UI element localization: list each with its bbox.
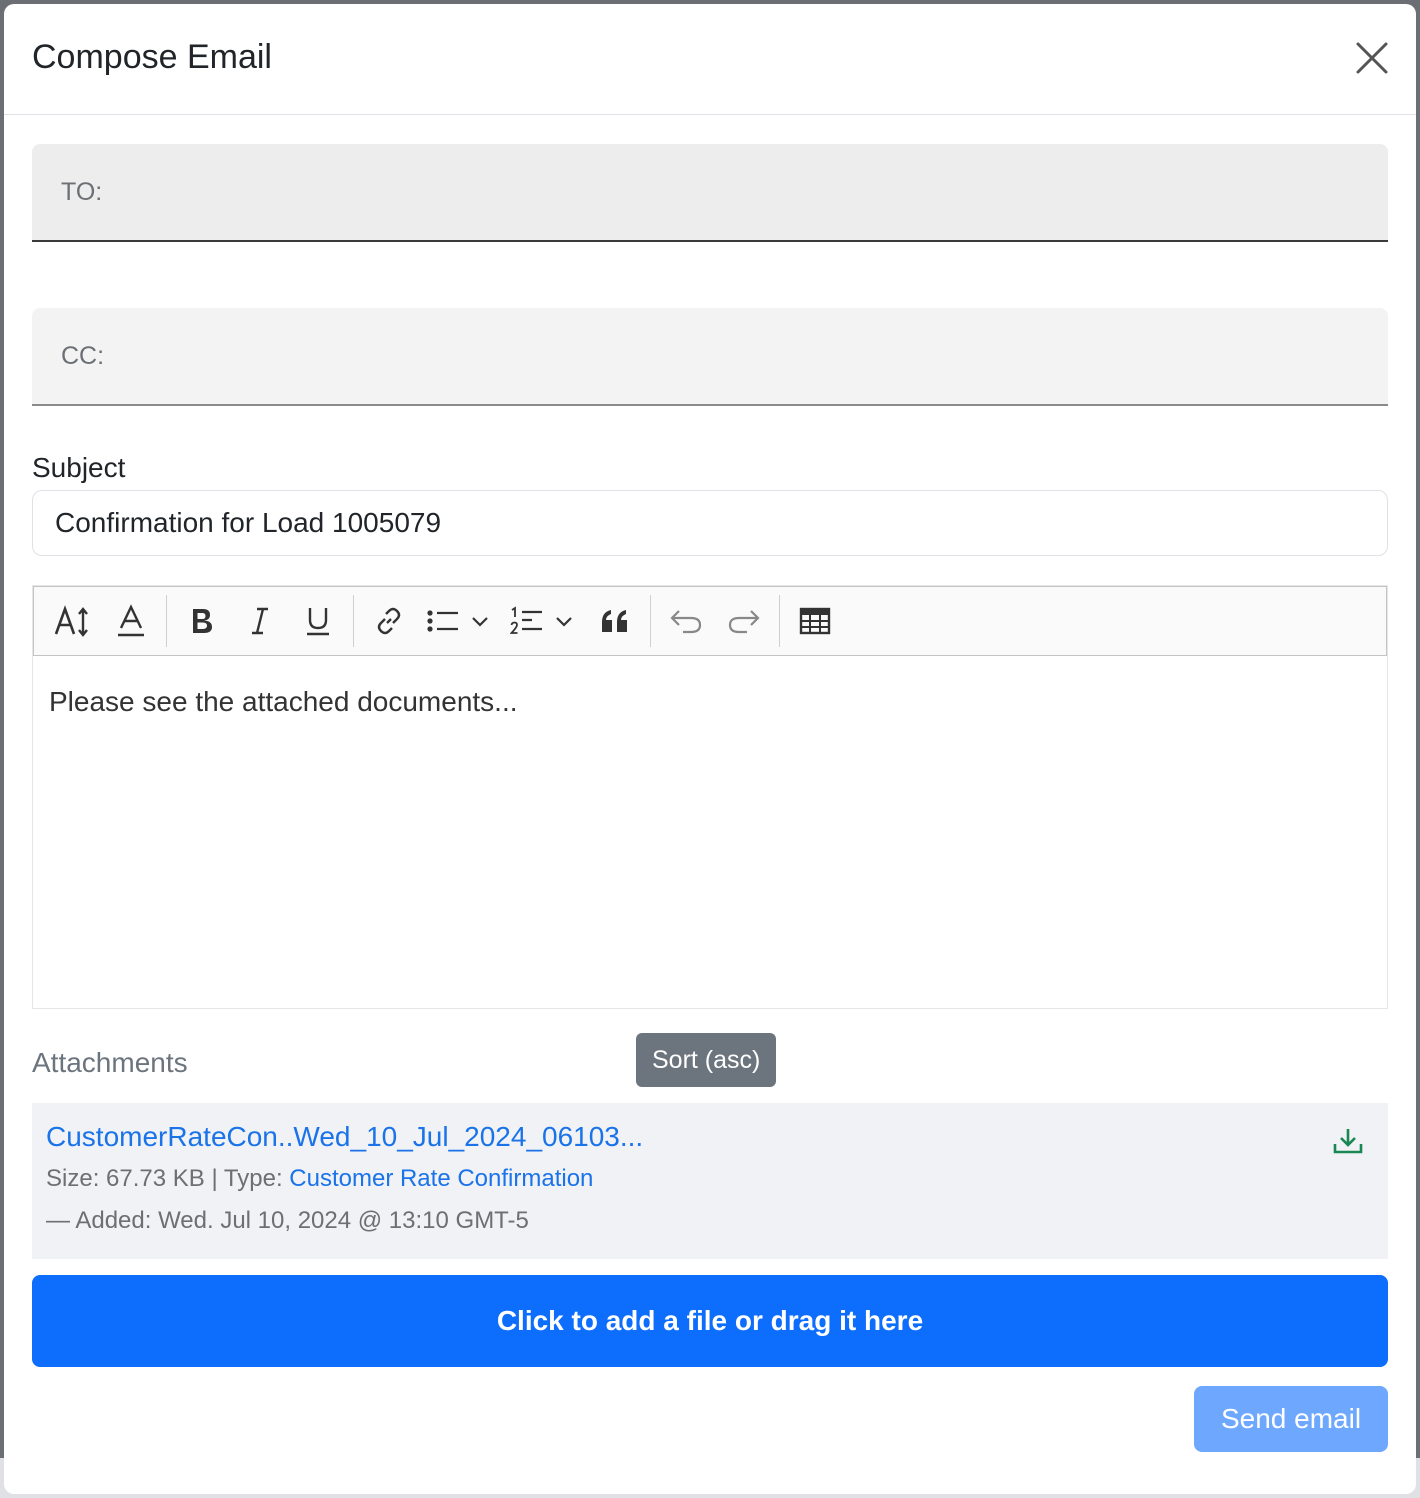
blockquote-icon bbox=[602, 610, 627, 632]
toolbar-separator bbox=[166, 595, 167, 647]
italic-button[interactable] bbox=[231, 593, 289, 649]
modal-header: Compose Email bbox=[4, 4, 1416, 115]
to-field[interactable]: TO: bbox=[32, 144, 1388, 242]
numbered-list-icon bbox=[510, 606, 542, 634]
meta-separator: | bbox=[211, 1165, 218, 1192]
underline-button[interactable] bbox=[289, 593, 347, 649]
sort-tooltip: Sort (asc) bbox=[636, 1033, 777, 1087]
cc-label: CC: bbox=[61, 342, 105, 370]
editor-content[interactable]: Please see the attached documents... bbox=[33, 656, 1387, 1008]
download-button[interactable] bbox=[1332, 1125, 1364, 1157]
toolbar-separator bbox=[779, 595, 780, 647]
editor-toolbar bbox=[33, 586, 1387, 656]
attachment-size: Size: 67.73 KB bbox=[46, 1165, 205, 1192]
compose-email-modal: Compose Email TO: CC: Subject Confirmati… bbox=[4, 4, 1416, 1494]
bullet-list-icon bbox=[427, 610, 458, 632]
table-button[interactable] bbox=[786, 593, 844, 649]
modal-body: TO: CC: Subject Confirmation for Load 10… bbox=[32, 144, 1388, 1367]
italic-icon bbox=[252, 607, 268, 635]
to-label: TO: bbox=[61, 178, 103, 206]
numbered-list-button[interactable] bbox=[502, 593, 586, 649]
bold-button[interactable] bbox=[173, 593, 231, 649]
attachment-type-label: Type: bbox=[223, 1165, 283, 1192]
cc-field[interactable]: CC: bbox=[32, 308, 1388, 406]
toolbar-separator bbox=[353, 595, 354, 647]
subject-label: Subject bbox=[32, 452, 126, 483]
to-input[interactable] bbox=[132, 172, 1368, 214]
cc-input[interactable] bbox=[132, 336, 1368, 378]
chevron-down-icon bbox=[472, 617, 488, 627]
chevron-down-icon bbox=[556, 617, 572, 627]
add-file-dropzone[interactable]: Click to add a file or drag it here bbox=[32, 1275, 1388, 1367]
redo-button[interactable] bbox=[715, 593, 773, 649]
attachment-added: — Added: Wed. Jul 10, 2024 @ 13:10 GMT-5 bbox=[46, 1207, 529, 1234]
download-icon bbox=[1333, 1129, 1363, 1154]
attachment-meta: Size: 67.73 KB | Type: Customer Rate Con… bbox=[46, 1165, 1374, 1197]
attachment-item: CustomerRateCon..Wed_10_Jul_2024_06103..… bbox=[32, 1103, 1388, 1259]
rich-text-editor: Please see the attached documents... bbox=[32, 585, 1388, 1009]
font-color-icon bbox=[118, 604, 144, 637]
undo-button[interactable] bbox=[657, 593, 715, 649]
link-icon bbox=[377, 607, 401, 635]
send-email-button[interactable]: Send email bbox=[1194, 1386, 1388, 1452]
heading-icon bbox=[54, 605, 88, 637]
modal-title: Compose Email bbox=[32, 38, 272, 76]
table-icon bbox=[799, 607, 831, 635]
attachment-link[interactable]: CustomerRateCon..Wed_10_Jul_2024_06103..… bbox=[46, 1121, 1374, 1155]
close-icon bbox=[1356, 42, 1388, 74]
attachments-heading: Attachments bbox=[32, 1047, 188, 1078]
blockquote-button[interactable] bbox=[586, 593, 644, 649]
redo-icon bbox=[728, 610, 760, 634]
attachment-type-value[interactable]: Customer Rate Confirmation bbox=[289, 1165, 593, 1192]
subject-input[interactable] bbox=[32, 490, 1388, 556]
attachments-label: Attachments Sort (asc) bbox=[32, 1033, 1388, 1087]
underline-icon bbox=[307, 608, 329, 636]
bullet-list-button[interactable] bbox=[418, 593, 502, 649]
font-color-button[interactable] bbox=[102, 593, 160, 649]
close-button[interactable] bbox=[1354, 40, 1390, 76]
link-button[interactable] bbox=[360, 593, 418, 649]
bold-icon bbox=[193, 609, 212, 633]
heading-button[interactable] bbox=[44, 593, 102, 649]
toolbar-separator bbox=[650, 595, 651, 647]
undo-icon bbox=[670, 610, 702, 634]
